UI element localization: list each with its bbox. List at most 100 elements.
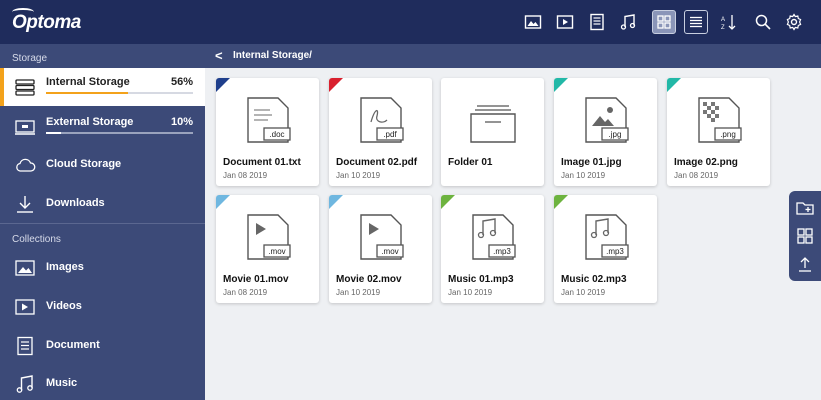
sidebar-item-label: Music bbox=[46, 377, 78, 389]
sidebar-item-videos[interactable]: Videos bbox=[0, 288, 205, 326]
sidebar: Storage Internal Storage 56% External St… bbox=[0, 44, 205, 400]
video-icon bbox=[14, 297, 36, 317]
file-date: Jan 10 2019 bbox=[561, 171, 606, 180]
svg-text:.doc: .doc bbox=[269, 130, 284, 139]
back-button[interactable]: < bbox=[215, 48, 223, 63]
file-date: Jan 08 2019 bbox=[223, 171, 268, 180]
sidebar-item-label: External Storage bbox=[46, 116, 134, 128]
svg-text:.jpg: .jpg bbox=[609, 130, 622, 139]
folder-icon bbox=[467, 96, 519, 146]
file-type-corner bbox=[554, 78, 568, 92]
usage-percent: 56% bbox=[170, 76, 193, 88]
file-type-corner bbox=[216, 195, 230, 209]
file-card[interactable]: .jpg Image 01.jpg Jan 10 2019 bbox=[554, 78, 657, 186]
mp3-file-icon: .mp3 bbox=[580, 213, 632, 263]
breadcrumb-path: Internal Storage/ bbox=[233, 50, 312, 61]
grid-view-icon[interactable] bbox=[652, 10, 676, 34]
file-card[interactable]: .mov Movie 02.mov Jan 10 2019 bbox=[329, 195, 432, 303]
sidebar-item-internal-storage[interactable]: Internal Storage 56% bbox=[0, 68, 205, 106]
cloud-icon bbox=[14, 155, 36, 175]
file-name: Music 02.mp3 bbox=[561, 274, 627, 285]
file-name: Document 01.txt bbox=[223, 157, 301, 168]
file-card[interactable]: .mp3 Music 02.mp3 Jan 10 2019 bbox=[554, 195, 657, 303]
svg-text:.mp3: .mp3 bbox=[493, 247, 511, 256]
file-card[interactable]: .doc Document 01.txt Jan 08 2019 bbox=[216, 78, 319, 186]
file-name: Movie 02.mov bbox=[336, 274, 402, 285]
svg-text:.png: .png bbox=[720, 130, 736, 139]
list-view-icon[interactable] bbox=[684, 10, 708, 34]
file-date: Jan 10 2019 bbox=[561, 288, 606, 297]
png-file-icon: .png bbox=[693, 96, 745, 146]
svg-text:Z: Z bbox=[721, 25, 725, 31]
file-type-corner bbox=[667, 78, 681, 92]
sidebar-item-music[interactable]: Music bbox=[0, 365, 205, 400]
storage-section-label: Storage bbox=[12, 53, 48, 64]
folder-card[interactable]: Folder 01 bbox=[441, 78, 544, 186]
svg-text:.mov: .mov bbox=[381, 247, 398, 256]
sidebar-item-label: Internal Storage bbox=[46, 76, 130, 88]
file-card[interactable]: .png Image 02.png Jan 08 2019 bbox=[667, 78, 770, 186]
download-icon bbox=[14, 194, 36, 214]
sidebar-item-label: Document bbox=[46, 339, 100, 351]
svg-text:.pdf: .pdf bbox=[383, 130, 397, 139]
file-card[interactable]: .pdf Document 02.pdf Jan 10 2019 bbox=[329, 78, 432, 186]
sidebar-item-document[interactable]: Document bbox=[0, 327, 205, 365]
mp3-file-icon: .mp3 bbox=[467, 213, 519, 263]
image-icon bbox=[14, 258, 36, 278]
file-date: Jan 10 2019 bbox=[336, 288, 381, 297]
collections-section-label: Collections bbox=[12, 234, 61, 245]
document-icon bbox=[14, 336, 36, 356]
svg-text:.mp3: .mp3 bbox=[606, 247, 624, 256]
internal-storage-icon bbox=[14, 77, 36, 97]
file-type-corner bbox=[554, 195, 568, 209]
file-type-corner bbox=[329, 78, 343, 92]
file-name: Document 02.pdf bbox=[336, 157, 418, 168]
sidebar-item-label: Cloud Storage bbox=[46, 158, 122, 170]
search-icon[interactable] bbox=[751, 10, 775, 34]
settings-icon[interactable] bbox=[782, 10, 806, 34]
file-type-corner bbox=[329, 195, 343, 209]
external-storage-icon bbox=[14, 117, 36, 137]
sidebar-item-images[interactable]: Images bbox=[0, 249, 205, 287]
file-name: Image 02.png bbox=[674, 157, 738, 168]
file-date: Jan 08 2019 bbox=[674, 171, 719, 180]
file-name: Folder 01 bbox=[448, 157, 493, 168]
file-name: Music 01.mp3 bbox=[448, 274, 514, 285]
usage-percent: 10% bbox=[170, 116, 193, 128]
file-type-corner bbox=[441, 195, 455, 209]
pdf-file-icon: .pdf bbox=[355, 96, 407, 146]
mov-file-icon: .mov bbox=[242, 213, 294, 263]
sidebar-item-label: Videos bbox=[46, 300, 82, 312]
side-action-panel bbox=[789, 191, 821, 281]
file-card[interactable]: .mp3 Music 01.mp3 Jan 10 2019 bbox=[441, 195, 544, 303]
svg-text:A: A bbox=[721, 17, 725, 23]
file-name: Movie 01.mov bbox=[223, 274, 289, 285]
grid-icon[interactable] bbox=[795, 226, 815, 246]
sidebar-item-external-storage[interactable]: External Storage 10% bbox=[0, 108, 205, 146]
file-date: Jan 10 2019 bbox=[336, 171, 381, 180]
usage-bar bbox=[46, 92, 193, 94]
upload-icon[interactable] bbox=[795, 254, 815, 274]
file-card[interactable]: .mov Movie 01.mov Jan 08 2019 bbox=[216, 195, 319, 303]
document-filter-icon[interactable] bbox=[585, 10, 609, 34]
sidebar-divider bbox=[0, 223, 205, 224]
optoma-logo: Optoma bbox=[12, 8, 81, 34]
music-filter-icon[interactable] bbox=[616, 10, 640, 34]
image-filter-icon[interactable] bbox=[521, 10, 545, 34]
sidebar-item-downloads[interactable]: Downloads bbox=[0, 185, 205, 223]
music-icon bbox=[14, 374, 36, 394]
usage-bar bbox=[46, 132, 193, 134]
top-bar: Optoma AZ bbox=[0, 0, 821, 44]
sidebar-item-cloud-storage[interactable]: Cloud Storage bbox=[0, 146, 205, 184]
file-name: Image 01.jpg bbox=[561, 157, 622, 168]
file-type-corner bbox=[216, 78, 230, 92]
new-folder-icon[interactable] bbox=[795, 198, 815, 218]
sort-icon[interactable]: AZ bbox=[717, 10, 741, 34]
mov-file-icon: .mov bbox=[355, 213, 407, 263]
sidebar-item-label: Downloads bbox=[46, 197, 105, 209]
doc-file-icon: .doc bbox=[242, 96, 294, 146]
video-filter-icon[interactable] bbox=[553, 10, 577, 34]
file-date: Jan 08 2019 bbox=[223, 288, 268, 297]
breadcrumb: < Internal Storage/ bbox=[205, 44, 821, 68]
svg-text:.mov: .mov bbox=[268, 247, 285, 256]
